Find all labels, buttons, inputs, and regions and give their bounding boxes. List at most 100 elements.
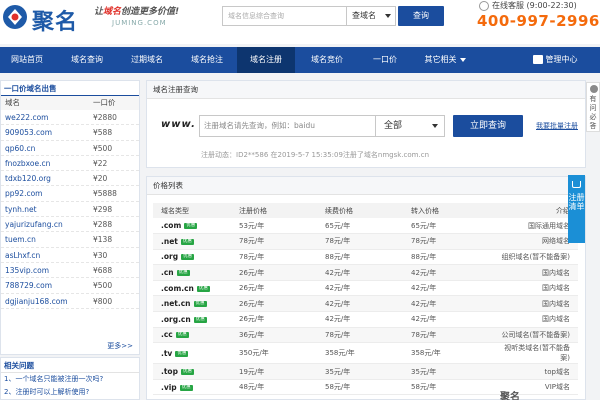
promo-tag: 优惠 (180, 369, 194, 376)
fixed-price-domain[interactable]: 135vip.com (5, 263, 49, 278)
transfer-price: 35元/年 (411, 363, 497, 380)
promo-tag: 优惠 (181, 254, 195, 261)
fixed-price-domain[interactable]: pp92.com (5, 186, 42, 201)
tld-intro: top域名 (497, 363, 578, 380)
site-logo[interactable]: 聚名 (2, 2, 84, 36)
register-price: 78元/年 (239, 233, 325, 250)
fixed-price-row[interactable]: qp60.cn ¥500 (1, 141, 139, 156)
fixed-price-domain[interactable]: asLhxf.cn (5, 248, 40, 263)
nav-item-auction[interactable]: 域名竞价 (297, 47, 357, 73)
price-row: .tv 优惠 350元/年 358元/年 358元/年 视听类域名(暂不能备案) (153, 342, 578, 365)
fixed-price-row[interactable]: yajurizufang.cn ¥288 (1, 217, 139, 233)
fixed-price-row[interactable]: tdxb120.org ¥20 (1, 171, 139, 187)
fixed-price-domain[interactable]: tuem.cn (5, 232, 36, 247)
th-intro: 介绍 (497, 203, 578, 218)
fixed-price-row[interactable]: 909053.com ¥588 (1, 125, 139, 141)
fixed-price-domain[interactable]: yajurizufang.cn (5, 217, 63, 232)
renew-price: 42元/年 (325, 264, 411, 281)
renew-price: 358元/年 (325, 342, 411, 365)
www-prefix: www. (161, 119, 196, 130)
fixed-price-row[interactable]: 135vip.com ¥688 (1, 263, 139, 279)
register-price: 19元/年 (239, 363, 325, 380)
price-row: .cn 优惠 26元/年 42元/年 42元/年 国内域名 (153, 264, 578, 281)
nav-item-register[interactable]: 域名注册 (237, 47, 295, 73)
fixed-price-domain[interactable]: qp60.cn (5, 141, 35, 156)
ask-label: 有问必答 (589, 95, 597, 130)
transfer-price: 42元/年 (411, 295, 497, 313)
tld-name: .cn (161, 268, 174, 278)
fixed-price-domain[interactable]: 788729.com (5, 278, 52, 293)
tld-intro: 国内域名 (497, 311, 578, 328)
nav-item-fixed-price[interactable]: 一口价 (357, 47, 413, 73)
nav-item-others[interactable]: 其它相关 (413, 47, 477, 73)
register-domain-input[interactable]: 注册域名请先查询，例如：baidu (199, 115, 375, 137)
faq-item[interactable]: 1、一个域名只能被注册一次吗? (1, 373, 139, 386)
more-link[interactable]: 更多>> (107, 341, 133, 351)
transfer-price: 42元/年 (411, 280, 497, 297)
nav-item-home[interactable]: 网站首页 (0, 47, 54, 73)
nav-item-domain-query[interactable]: 域名查询 (56, 47, 118, 73)
tld-cell: .tv 优惠 (153, 342, 239, 365)
register-price: 48元/年 (239, 379, 325, 396)
fixed-price-domain[interactable]: fnozbxoe.cn (5, 156, 50, 171)
header-search: 域名信息综合查询 查域名 查询 (222, 6, 447, 26)
transfer-price: 42元/年 (411, 264, 497, 281)
tld-name: .com (161, 221, 182, 231)
fixed-price-value: ¥22 (93, 158, 108, 168)
fixed-price-row[interactable]: dgjianju168.com ¥800 (1, 294, 139, 309)
tld-cell: .cc 优惠 (153, 327, 239, 344)
register-price: 350元/年 (239, 342, 325, 365)
fixed-price-domain[interactable]: we222.com (5, 110, 48, 125)
tld-intro: 国内域名 (497, 264, 578, 281)
register-price: 36元/年 (239, 327, 325, 344)
fixed-price-row[interactable]: pp92.com ¥5888 (1, 186, 139, 202)
online-service[interactable]: 在线客服 (9:00-22:30) (479, 0, 577, 11)
fixed-price-row[interactable]: we222.com ¥2880 (1, 110, 139, 126)
faq-item[interactable]: 2、注册时可以上解析使用? (1, 386, 139, 399)
promo-tag: 优惠 (176, 270, 190, 277)
tld-cell: .net.cn 优惠 (153, 295, 239, 313)
logo-mark-icon (3, 5, 27, 29)
th-type: 域名类型 (153, 203, 239, 218)
bulk-register-link[interactable]: 我要批量注册 (536, 121, 578, 131)
suffix-select[interactable]: 全部 (375, 115, 445, 137)
tld-name: .net (161, 236, 178, 246)
cart-icon (572, 181, 581, 188)
th-register: 注册价格 (239, 203, 325, 218)
renew-price: 58元/年 (325, 379, 411, 396)
nav-item-backorder[interactable]: 域名抢注 (178, 47, 236, 73)
nav-item-expired[interactable]: 过期域名 (118, 47, 176, 73)
slogan: 让域名创造更多价值! (94, 4, 179, 17)
query-now-button[interactable]: 立即查询 (453, 115, 523, 137)
suffix-select-value: 全部 (384, 121, 403, 131)
search-input[interactable]: 域名信息综合查询 (222, 6, 346, 26)
ask-widget[interactable]: 有问必答 (586, 82, 600, 132)
fixed-price-value: ¥5888 (93, 189, 117, 199)
fixed-price-row[interactable]: fnozbxoe.cn ¥22 (1, 156, 139, 172)
nav-item-management[interactable]: 管理中心 (520, 47, 590, 73)
tld-intro: 视听类域名(暂不能备案) (497, 342, 578, 365)
tld-cell: .com.cn 优惠 (153, 280, 239, 297)
tld-intro: 国内域名 (497, 295, 578, 313)
fixed-price-row[interactable]: 788729.com ¥500 (1, 278, 139, 294)
headset-icon (479, 0, 489, 11)
fixed-price-row[interactable]: tynh.net ¥298 (1, 202, 139, 218)
fixed-price-row[interactable]: tuem.cn ¥138 (1, 232, 139, 248)
tld-intro: 国内域名 (497, 280, 578, 297)
fixed-price-row[interactable]: asLhxf.cn ¥30 (1, 248, 139, 263)
price-row: .com 优惠 53元/年 65元/年 65元/年 国际通用域名 (153, 218, 578, 235)
price-row: .org 优惠 78元/年 88元/年 88元/年 组织域名(暂不能备案) (153, 249, 578, 266)
search-button[interactable]: 查询 (398, 6, 444, 26)
fixed-price-domain[interactable]: tynh.net (5, 202, 37, 217)
fixed-price-domain[interactable]: 909053.com (5, 125, 52, 140)
tld-name: .org.cn (161, 314, 191, 324)
register-activity: 注册动态：ID2**586 在2019-5-7 15:35:09注册了域名nmg… (201, 151, 430, 159)
th-renew: 续费价格 (325, 203, 411, 218)
tld-name: .tv (161, 348, 173, 358)
fixed-price-domain[interactable]: tdxb120.org (5, 171, 51, 186)
fixed-price-title: 一口价域名出售 (1, 81, 139, 96)
fixed-price-domain[interactable]: dgjianju168.com (5, 294, 68, 309)
renew-price: 65元/年 (325, 218, 411, 235)
main-nav: 网站首页 域名查询 过期域名 域名抢注 域名注册 域名竞价 一口价 其它相关 管… (0, 47, 600, 73)
search-type-select[interactable]: 查域名 (346, 6, 396, 26)
